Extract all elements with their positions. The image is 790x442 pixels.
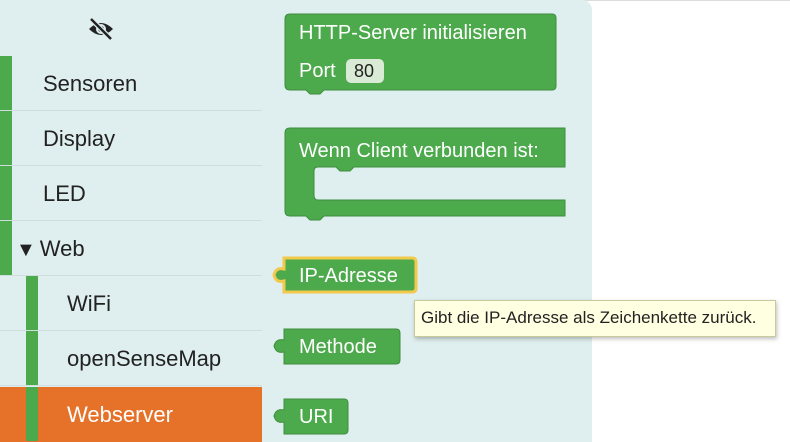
category-display[interactable]: Display	[0, 111, 262, 166]
category-label: WiFi	[67, 291, 111, 316]
category-label: Webserver	[67, 402, 173, 427]
port-value: 80	[354, 61, 374, 81]
category-label: Display	[43, 126, 116, 151]
category-label: openSenseMap	[67, 346, 222, 371]
category-color-bar	[0, 221, 12, 275]
block-label: Methode	[299, 336, 377, 358]
expand-arrow-icon: ▼	[16, 239, 36, 261]
port-label: Port	[299, 60, 336, 82]
block-label: URI	[299, 406, 333, 428]
block-label: IP-Adresse	[299, 265, 398, 287]
toolbox: Sensoren Display LED ▼ Web WiFi openSense…	[0, 0, 262, 442]
block-label: HTTP-Server initialisieren	[299, 22, 527, 44]
category-led[interactable]: LED	[0, 166, 262, 221]
category-color-bar	[0, 166, 12, 220]
subcategory-webserver[interactable]: Webserver	[0, 387, 262, 442]
eye-off-icon[interactable]	[87, 16, 115, 42]
subcategory-wifi[interactable]: WiFi	[0, 276, 262, 331]
uri-block[interactable]: URI	[273, 398, 349, 435]
category-label: LED	[43, 181, 86, 206]
block-flyout: HTTP-Server initialisieren Port 80 Wenn …	[262, 0, 592, 442]
block-label: Wenn Client verbunden ist:	[299, 140, 539, 162]
category-color-bar	[26, 276, 38, 330]
category-sensoren[interactable]: Sensoren	[0, 56, 262, 111]
category-label: Sensoren	[43, 71, 138, 96]
category-color-bar	[0, 111, 12, 165]
block-tooltip: Gibt die IP-Adresse als Zeichenkette zur…	[414, 300, 776, 337]
category-color-bar	[26, 387, 38, 441]
http-server-init-block[interactable]: HTTP-Server initialisieren Port 80	[284, 13, 557, 95]
method-block[interactable]: Methode	[273, 328, 401, 365]
ip-address-block[interactable]: IP-Adresse	[272, 256, 418, 294]
subcategory-opensensemap[interactable]: openSenseMap	[0, 331, 262, 386]
category-color-bar	[26, 331, 38, 385]
client-connected-block[interactable]: Wenn Client verbunden ist:	[284, 127, 566, 221]
category-color-bar	[0, 56, 12, 110]
category-web[interactable]: ▼ Web	[0, 221, 262, 276]
category-label: ▼ Web	[16, 236, 85, 261]
